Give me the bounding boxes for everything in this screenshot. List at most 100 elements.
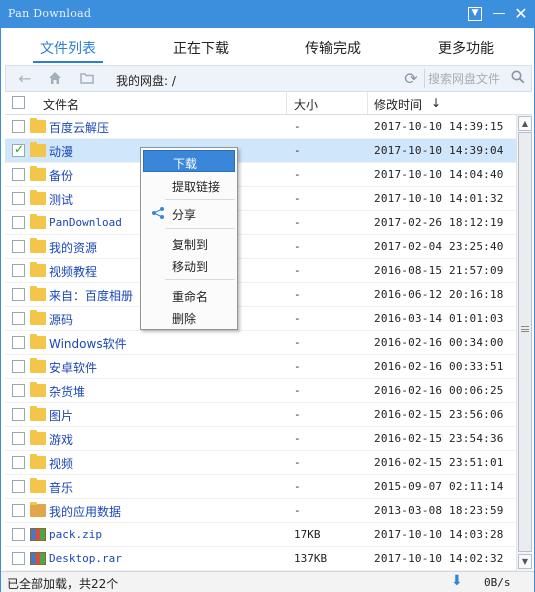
file-name[interactable]: 来自：百度相册 bbox=[49, 287, 133, 304]
search-input[interactable] bbox=[428, 69, 506, 88]
file-row[interactable]: 游戏 - 2016-02-15 23:54:36 bbox=[5, 427, 516, 451]
file-size: 17KB bbox=[294, 528, 321, 541]
tab-downloading[interactable]: 正在下载 bbox=[146, 38, 256, 58]
file-name[interactable]: 安卓软件 bbox=[49, 359, 97, 376]
search-icon[interactable] bbox=[510, 70, 526, 88]
file-row[interactable]: 测试 - 2017-10-10 14:01:32 bbox=[5, 187, 516, 211]
file-name[interactable]: 音乐 bbox=[49, 479, 73, 496]
menu-item-rename[interactable]: 重命名 bbox=[143, 284, 235, 306]
row-checkbox[interactable] bbox=[12, 240, 25, 253]
row-checkbox[interactable] bbox=[12, 336, 25, 349]
file-name[interactable]: 百度云解压 bbox=[49, 119, 109, 136]
file-row[interactable]: 视频 - 2016-02-15 23:51:01 bbox=[5, 451, 516, 475]
app-folder-icon bbox=[30, 502, 46, 517]
file-row[interactable]: 视频教程 - 2016-08-15 21:57:09 bbox=[5, 259, 516, 283]
row-checkbox[interactable] bbox=[12, 120, 25, 133]
file-name[interactable]: PanDownload bbox=[49, 216, 122, 229]
file-row[interactable]: Desktop.rar 137KB 2017-10-10 14:02:32 bbox=[5, 547, 516, 571]
file-modified: 2017-02-04 23:25:40 bbox=[374, 240, 504, 253]
refresh-icon[interactable]: ⟳ bbox=[402, 69, 420, 89]
row-checkbox[interactable] bbox=[12, 384, 25, 397]
file-row[interactable]: 我的应用数据 - 2013-03-08 18:23:59 bbox=[5, 499, 516, 523]
row-checkbox[interactable] bbox=[12, 456, 25, 469]
minimize-button[interactable]: — bbox=[491, 6, 507, 22]
select-all-checkbox[interactable] bbox=[12, 96, 25, 109]
file-row[interactable]: 备份 - 2017-10-10 14:04:40 bbox=[5, 163, 516, 187]
menu-item-delete[interactable]: 删除 bbox=[143, 306, 235, 328]
file-size: - bbox=[294, 360, 301, 373]
row-checkbox[interactable] bbox=[12, 192, 25, 205]
file-name[interactable]: 备份 bbox=[49, 167, 73, 184]
row-checkbox[interactable] bbox=[12, 168, 25, 181]
file-row[interactable]: 音乐 - 2015-09-07 02:11:14 bbox=[5, 475, 516, 499]
file-row[interactable]: PanDownload - 2017-02-26 18:12:19 bbox=[5, 211, 516, 235]
column-header-size[interactable]: 大小 bbox=[294, 96, 318, 113]
file-row[interactable]: 百度云解压 - 2017-10-10 14:39:15 bbox=[5, 115, 516, 139]
folder-icon bbox=[30, 406, 46, 421]
row-checkbox[interactable] bbox=[12, 216, 25, 229]
menu-item-move-to[interactable]: 移动到 bbox=[143, 254, 235, 276]
file-name[interactable]: 源码 bbox=[49, 311, 73, 328]
file-row[interactable]: 图片 - 2016-02-15 23:56:06 bbox=[5, 403, 516, 427]
scrollbar-thumb[interactable] bbox=[518, 132, 532, 552]
home-icon[interactable] bbox=[46, 70, 64, 88]
file-modified: 2017-10-10 14:02:32 bbox=[374, 552, 504, 565]
file-name[interactable]: 视频教程 bbox=[49, 263, 97, 280]
back-arrow-icon[interactable]: ← bbox=[16, 70, 34, 88]
close-button[interactable]: ✕ bbox=[513, 6, 529, 22]
file-row[interactable]: Windows软件 - 2016-02-16 00:34:00 bbox=[5, 331, 516, 355]
file-size: - bbox=[294, 264, 301, 277]
menu-item-download[interactable]: 下载 bbox=[143, 150, 235, 172]
file-row[interactable]: pack.zip 17KB 2017-10-10 14:03:28 bbox=[5, 523, 516, 547]
menu-item-copy-to[interactable]: 复制到 bbox=[143, 232, 235, 254]
file-size: - bbox=[294, 240, 301, 253]
tab-more-features[interactable]: 更多功能 bbox=[411, 38, 521, 58]
menu-item-share[interactable]: 分享 bbox=[143, 202, 235, 224]
file-row[interactable]: 杂货堆 - 2016-02-16 00:06:25 bbox=[5, 379, 516, 403]
scroll-up-arrow-icon[interactable]: ▲ bbox=[518, 116, 532, 131]
file-row[interactable]: 我的资源 - 2017-02-04 23:25:40 bbox=[5, 235, 516, 259]
file-name[interactable]: Desktop.rar bbox=[49, 552, 122, 565]
row-checkbox[interactable] bbox=[12, 288, 25, 301]
row-checkbox[interactable] bbox=[12, 142, 25, 157]
row-checkbox[interactable] bbox=[12, 552, 25, 565]
column-divider bbox=[286, 92, 287, 114]
menu-item-extract-link[interactable]: 提取链接 bbox=[143, 174, 235, 196]
file-name[interactable]: 杂货堆 bbox=[49, 383, 85, 400]
row-checkbox[interactable] bbox=[12, 432, 25, 445]
file-name[interactable]: 视频 bbox=[49, 455, 73, 472]
title-bar[interactable]: Pan Download ▼ — ✕ bbox=[1, 1, 534, 28]
file-size: - bbox=[294, 216, 301, 229]
file-name[interactable]: 我的资源 bbox=[49, 239, 97, 256]
menu-dropdown-icon[interactable]: ▼ bbox=[468, 7, 482, 21]
tab-completed[interactable]: 传输完成 bbox=[278, 38, 388, 58]
file-row[interactable]: 动漫 - 2017-10-10 14:39:04 bbox=[5, 139, 516, 163]
file-name[interactable]: 我的应用数据 bbox=[49, 503, 121, 520]
row-checkbox[interactable] bbox=[12, 312, 25, 325]
file-name[interactable]: Windows软件 bbox=[49, 335, 127, 352]
file-name[interactable]: 测试 bbox=[49, 191, 73, 208]
scroll-down-arrow-icon[interactable]: ▼ bbox=[518, 554, 532, 569]
file-name[interactable]: 动漫 bbox=[49, 143, 73, 160]
file-name[interactable]: 游戏 bbox=[49, 431, 73, 448]
file-name[interactable]: pack.zip bbox=[49, 528, 102, 541]
row-checkbox[interactable] bbox=[12, 264, 25, 277]
file-row[interactable]: 安卓软件 - 2016-02-16 00:33:51 bbox=[5, 355, 516, 379]
active-tab-indicator bbox=[33, 61, 103, 63]
row-checkbox[interactable] bbox=[12, 408, 25, 421]
row-checkbox[interactable] bbox=[12, 504, 25, 517]
current-path: 我的网盘: / bbox=[116, 74, 176, 88]
column-header-name[interactable]: 文件名 bbox=[43, 96, 79, 113]
folder-up-icon[interactable] bbox=[78, 70, 96, 88]
vertical-scrollbar[interactable]: ▲ ▼ bbox=[516, 115, 532, 571]
tab-file-list[interactable]: 文件列表 bbox=[13, 38, 123, 58]
menu-separator bbox=[165, 199, 235, 200]
row-checkbox[interactable] bbox=[12, 480, 25, 493]
row-checkbox[interactable] bbox=[12, 528, 25, 541]
file-row[interactable]: 来自：百度相册 - 2016-06-12 20:16:18 bbox=[5, 283, 516, 307]
row-checkbox[interactable] bbox=[12, 360, 25, 373]
file-name[interactable]: 图片 bbox=[49, 407, 73, 424]
file-modified: 2017-10-10 14:04:40 bbox=[374, 168, 504, 181]
column-header-modified[interactable]: 修改时间 bbox=[374, 96, 422, 113]
file-row[interactable]: 源码 - 2016-03-14 01:01:03 bbox=[5, 307, 516, 331]
